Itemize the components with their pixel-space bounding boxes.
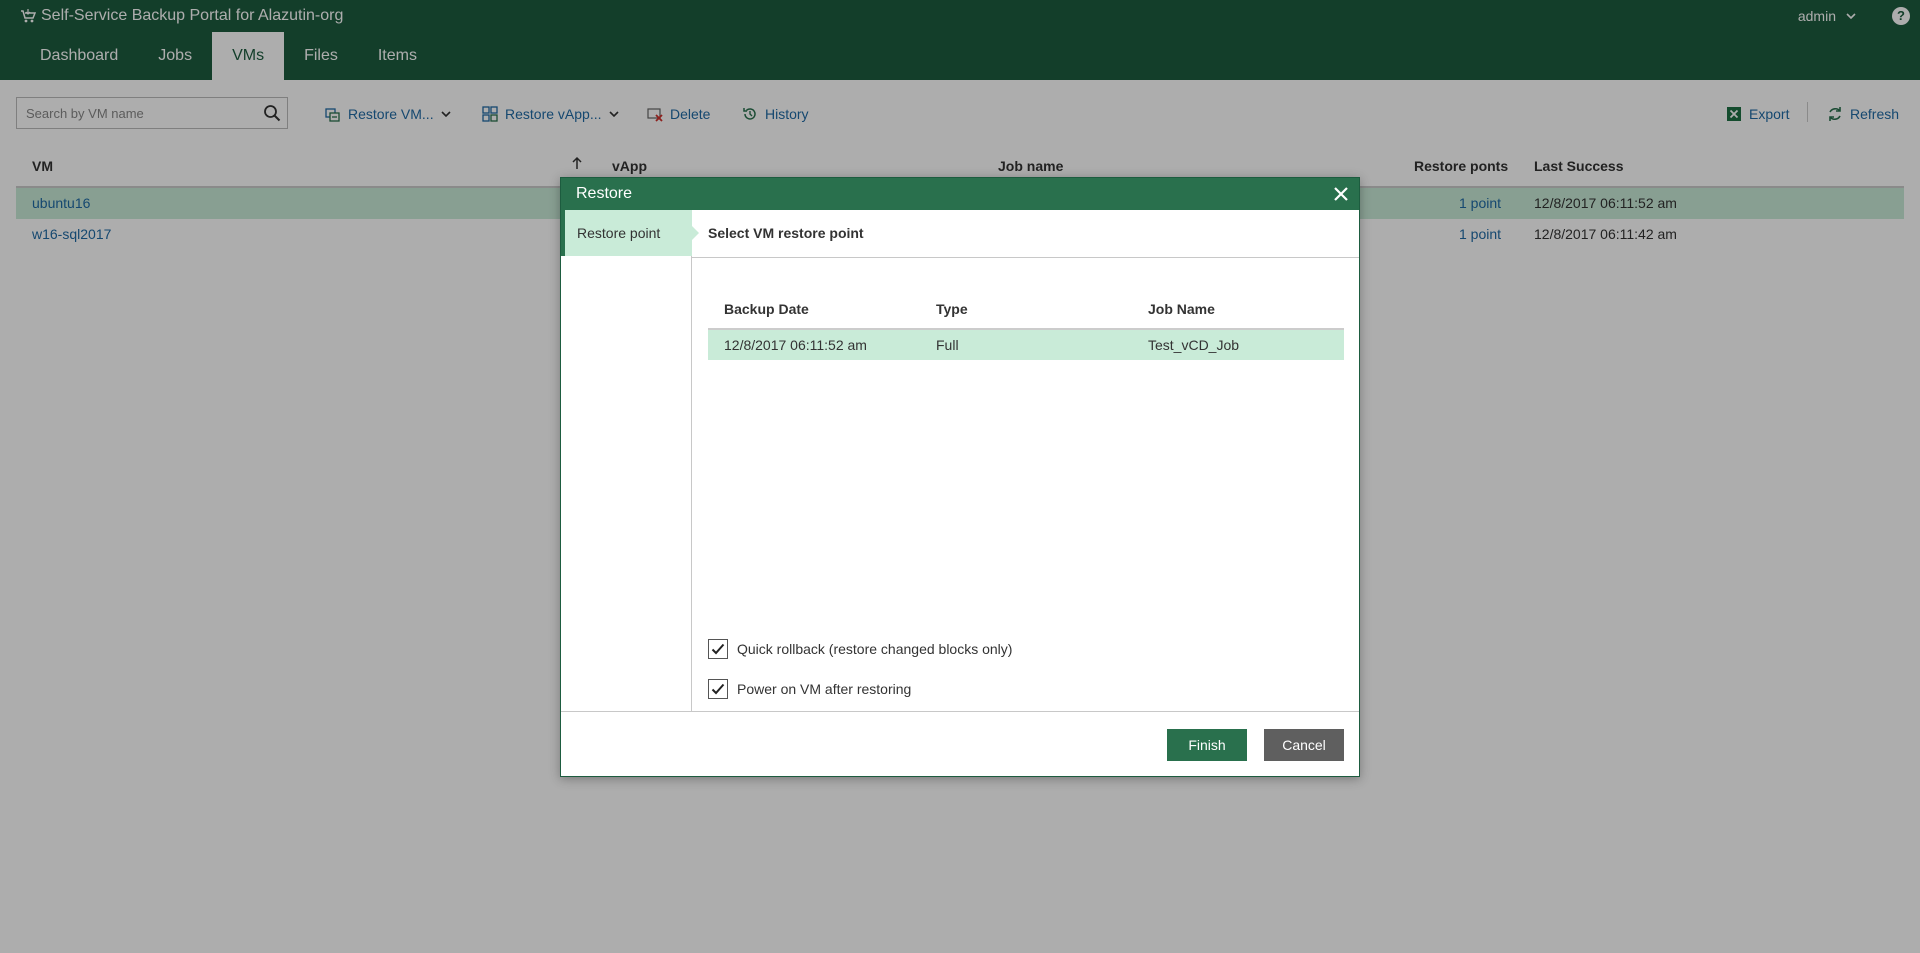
wizard-content: Select VM restore point Backup Date Type… [692,210,1359,711]
divider [692,257,1359,258]
type-value: Full [936,337,959,353]
dialog-title-bar: Restore [561,178,1359,210]
table-header: Backup Date Type Job Name [708,290,1344,330]
checkmark-icon [711,683,725,695]
column-header-type[interactable]: Type [936,301,968,317]
column-header-backup-date[interactable]: Backup Date [724,301,809,317]
checkmark-icon [711,643,725,655]
power-on-option[interactable]: Power on VM after restoring [708,679,911,699]
backup-date-value: 12/8/2017 06:11:52 am [724,337,867,353]
table-row[interactable]: 12/8/2017 06:11:52 am Full Test_vCD_Job [708,330,1344,360]
dialog-footer: Finish Cancel [561,711,1359,776]
quick-rollback-label: Quick rollback (restore changed blocks o… [737,641,1013,657]
power-on-label: Power on VM after restoring [737,681,912,697]
restore-points-table: Backup Date Type Job Name 12/8/2017 06:1… [708,290,1344,360]
restore-dialog: Restore Restore point Select VM restore … [560,177,1360,777]
quick-rollback-checkbox[interactable] [708,639,728,659]
cancel-button[interactable]: Cancel [1264,729,1344,761]
wizard-steps: Restore point [561,210,699,711]
close-icon[interactable] [1331,184,1351,204]
column-header-job-name[interactable]: Job Name [1148,301,1215,317]
step-restore-point[interactable]: Restore point [561,210,692,256]
step-title: Select VM restore point [708,225,864,241]
power-on-checkbox[interactable] [708,679,728,699]
dialog-title: Restore [576,185,633,202]
job-name-value: Test_vCD_Job [1148,337,1240,353]
finish-button[interactable]: Finish [1167,729,1247,761]
quick-rollback-option[interactable]: Quick rollback (restore changed blocks o… [708,639,1012,659]
